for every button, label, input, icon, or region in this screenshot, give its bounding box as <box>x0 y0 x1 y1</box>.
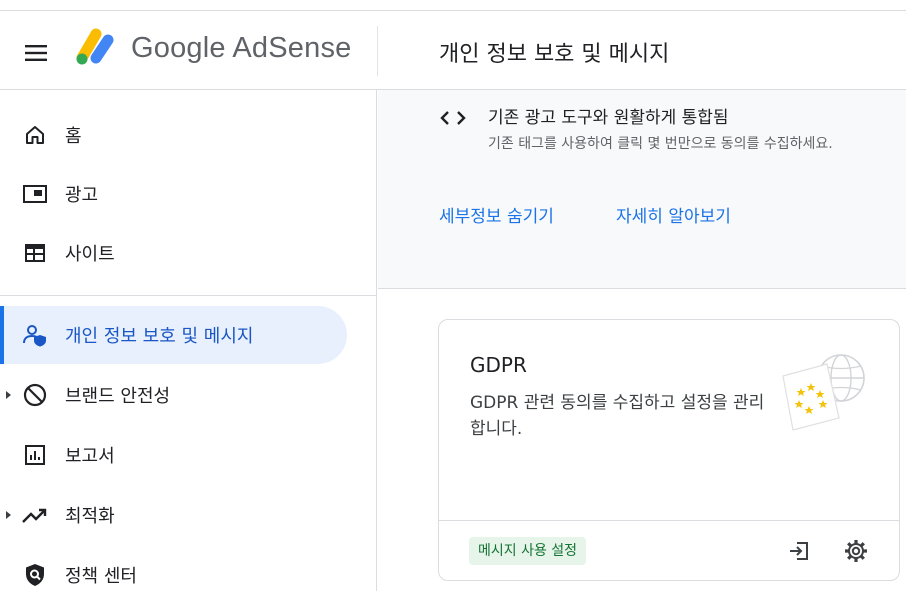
sidebar-item-ads[interactable]: 광고 <box>0 165 347 223</box>
feature-title: 기존 광고 도구와 원활하게 통합됨 <box>488 108 729 128</box>
ads-icon <box>21 180 49 208</box>
sidebar-item-brand-safety[interactable]: 브랜드 안전성 <box>0 366 347 424</box>
block-icon <box>21 381 49 409</box>
sidebar-nav: 홈 광고 사이트 개인 정보 보호 및 메시지 브랜드 안전성 보고서 최적화 … <box>0 90 377 591</box>
sidebar-item-home[interactable]: 홈 <box>0 106 347 164</box>
expand-caret-icon[interactable] <box>6 391 11 399</box>
page-title: 개인 정보 보호 및 메시지 <box>439 42 670 67</box>
menu-icon <box>25 45 47 61</box>
open-message-button[interactable] <box>782 534 816 568</box>
home-icon <box>21 121 49 149</box>
card-footer-divider <box>439 520 899 521</box>
sidebar-item-label: 브랜드 안전성 <box>65 386 171 407</box>
sidebar-divider <box>0 295 377 296</box>
settings-gear-icon <box>845 540 867 562</box>
hide-details-link[interactable]: 세부정보 숨기기 <box>439 202 554 227</box>
main-content: 기존 광고 도구와 원활하게 통합됨 기존 태그를 사용하여 클릭 몇 번만으로… <box>378 90 906 591</box>
sidebar-item-label: 개인 정보 보호 및 메시지 <box>65 326 254 347</box>
policy-shield-icon <box>21 561 49 589</box>
sidebar-item-label: 광고 <box>65 185 99 206</box>
sidebar-item-label: 정책 센터 <box>65 566 137 587</box>
sidebar-item-privacy-messaging[interactable]: 개인 정보 보호 및 메시지 <box>0 306 347 364</box>
app-header: Google AdSense 개인 정보 보호 및 메시지 <box>0 11 906 90</box>
adsense-logo-icon <box>76 28 114 65</box>
menu-button[interactable] <box>16 33 56 73</box>
sidebar-item-label: 홈 <box>65 126 82 147</box>
eu-flag-globe-illustration <box>782 354 865 431</box>
privacy-person-icon <box>21 321 49 349</box>
settings-button[interactable] <box>839 534 873 568</box>
expand-caret-icon[interactable] <box>6 511 11 519</box>
sidebar-item-reports[interactable]: 보고서 <box>0 426 347 484</box>
reports-icon <box>21 441 49 469</box>
trending-up-icon <box>21 501 49 529</box>
header-divider <box>377 26 378 76</box>
card-title: GDPR <box>470 353 527 377</box>
learn-more-link[interactable]: 자세히 알아보기 <box>616 202 731 227</box>
feature-details-panel: 기존 광고 도구와 원활하게 통합됨 기존 태그를 사용하여 클릭 몇 번만으로… <box>378 90 906 289</box>
gdpr-card[interactable]: GDPR GDPR 관련 동의를 수집하고 설정을 관리합니다. 메시지 사용 … <box>438 319 900 581</box>
code-icon <box>440 111 466 125</box>
open-in-icon <box>790 542 808 560</box>
feature-description: 기존 태그를 사용하여 클릭 몇 번만으로 동의를 수집하세요. <box>488 136 833 152</box>
sidebar-item-label: 사이트 <box>65 244 115 265</box>
status-chip: 메시지 사용 설정 <box>469 537 587 565</box>
sidebar-item-policy-center[interactable]: 정책 센터 <box>0 546 347 604</box>
sidebar-item-label: 최적화 <box>65 506 115 527</box>
app-name[interactable]: Google AdSense <box>131 32 351 65</box>
card-description: GDPR 관련 동의를 수집하고 설정을 관리합니다. <box>470 393 765 439</box>
sidebar-item-optimization[interactable]: 최적화 <box>0 486 347 544</box>
sites-icon <box>21 239 49 267</box>
sidebar-item-sites[interactable]: 사이트 <box>0 224 347 282</box>
sidebar-item-label: 보고서 <box>65 446 115 467</box>
